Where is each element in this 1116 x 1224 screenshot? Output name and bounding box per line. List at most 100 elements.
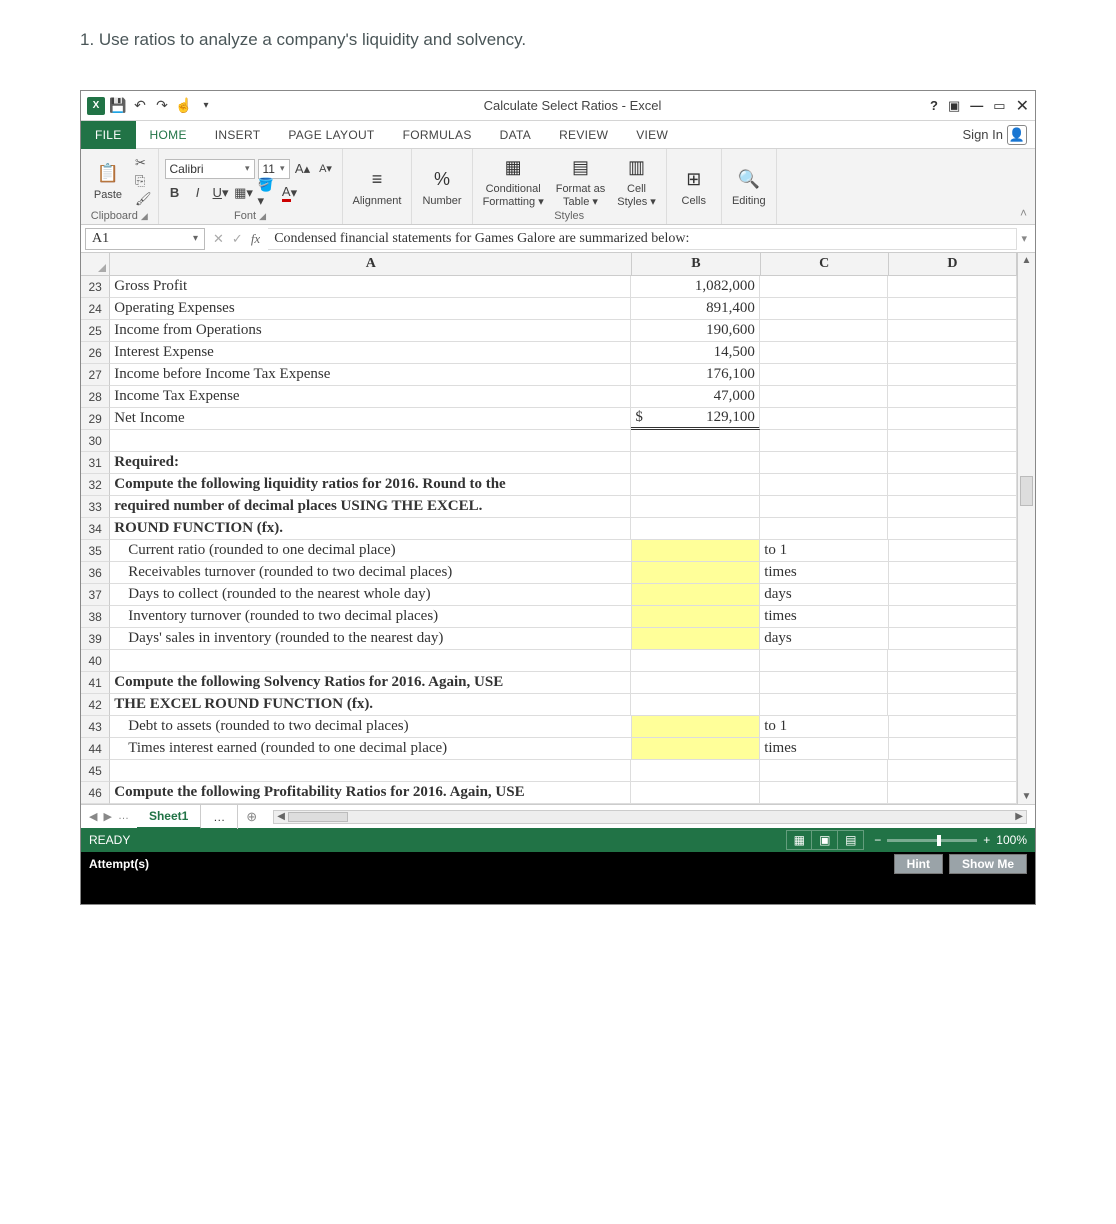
row-header[interactable]: 41 — [81, 672, 110, 694]
prev-sheet-icon[interactable]: ◀ — [89, 810, 97, 823]
tab-page-layout[interactable]: PAGE LAYOUT — [274, 121, 388, 149]
cell[interactable] — [760, 452, 889, 474]
row-header[interactable]: 31 — [81, 452, 110, 474]
row-header[interactable]: 37 — [81, 584, 110, 606]
zoom-slider[interactable] — [887, 839, 977, 842]
cell[interactable] — [888, 342, 1017, 364]
cell[interactable] — [760, 276, 889, 298]
cell[interactable] — [632, 540, 760, 562]
next-sheet-icon[interactable]: ▶ — [103, 810, 111, 823]
cut-icon[interactable]: ✂ — [135, 155, 152, 171]
cell[interactable] — [631, 760, 760, 782]
row-header[interactable]: 25 — [81, 320, 110, 342]
cell[interactable]: 14,500 — [631, 342, 760, 364]
cell[interactable]: Compute the following Solvency Ratios fo… — [110, 672, 631, 694]
cell[interactable] — [888, 276, 1017, 298]
cell[interactable] — [631, 518, 760, 540]
cell[interactable] — [631, 672, 760, 694]
vertical-scrollbar[interactable]: ▲ ▼ — [1017, 253, 1035, 804]
cell[interactable] — [888, 694, 1017, 716]
col-header-a[interactable]: A — [110, 253, 632, 275]
cell[interactable]: Required: — [110, 452, 631, 474]
add-sheet-icon[interactable]: ⊕ — [238, 809, 265, 825]
cell[interactable] — [110, 760, 631, 782]
cell[interactable]: Gross Profit — [110, 276, 631, 298]
paste-button[interactable]: 📋 Paste — [87, 157, 129, 203]
cell[interactable]: 190,600 — [631, 320, 760, 342]
cell[interactable] — [760, 760, 889, 782]
sign-in-button[interactable]: Sign In 👤 — [963, 125, 1035, 145]
enter-formula-icon[interactable]: ✓ — [232, 231, 243, 247]
cell-styles-button[interactable]: ▥CellStyles ▾ — [613, 151, 660, 209]
name-box[interactable]: A1▾ — [85, 228, 205, 250]
cell[interactable] — [760, 650, 889, 672]
font-name-combo[interactable]: Calibri▾ — [165, 159, 255, 179]
row-header[interactable]: 32 — [81, 474, 110, 496]
redo-icon[interactable]: ↷ — [153, 97, 171, 115]
cell[interactable] — [110, 650, 631, 672]
cell[interactable] — [888, 518, 1017, 540]
cell[interactable] — [631, 650, 760, 672]
fx-icon[interactable]: fx — [251, 231, 260, 247]
cell[interactable]: Times interest earned (rounded to one de… — [110, 738, 632, 760]
row-header[interactable]: 28 — [81, 386, 110, 408]
row-header[interactable]: 27 — [81, 364, 110, 386]
cell[interactable] — [888, 430, 1017, 452]
ribbon-options-icon[interactable]: ▣ — [948, 98, 960, 114]
row-header[interactable]: 30 — [81, 430, 110, 452]
cell[interactable] — [888, 650, 1017, 672]
cell[interactable] — [631, 694, 760, 716]
underline-button[interactable]: U▾ — [211, 183, 231, 203]
conditional-formatting-button[interactable]: ▦ConditionalFormatting ▾ — [479, 151, 548, 209]
select-all-cell[interactable] — [81, 253, 110, 275]
row-header[interactable]: 29 — [81, 408, 110, 430]
row-header[interactable]: 43 — [81, 716, 110, 738]
cell[interactable] — [889, 584, 1017, 606]
cell[interactable]: to 1 — [760, 540, 888, 562]
cell[interactable]: Current ratio (rounded to one decimal pl… — [110, 540, 632, 562]
tab-file[interactable]: FILE — [81, 121, 136, 149]
cell[interactable] — [760, 386, 889, 408]
cell[interactable]: Income Tax Expense — [110, 386, 631, 408]
dialog-launcher-icon[interactable]: ◢ — [141, 211, 148, 222]
alignment-button[interactable]: ≡Alignment — [349, 163, 406, 209]
font-size-combo[interactable]: 11▾ — [258, 159, 290, 179]
sheet-tab-sheet1[interactable]: Sheet1 — [137, 805, 201, 829]
cell[interactable] — [760, 496, 889, 518]
cell[interactable]: Receivables turnover (rounded to two dec… — [110, 562, 632, 584]
cell[interactable] — [888, 760, 1017, 782]
dialog-launcher-icon[interactable]: ◢ — [259, 211, 266, 222]
cell[interactable]: 176,100 — [631, 364, 760, 386]
hscroll-thumb[interactable] — [288, 812, 348, 822]
spreadsheet-grid[interactable]: A B C D 23Gross Profit1,082,00024Operati… — [81, 253, 1017, 804]
row-header[interactable]: 24 — [81, 298, 110, 320]
scroll-thumb[interactable] — [1020, 476, 1033, 506]
cell[interactable]: days — [760, 584, 888, 606]
cell[interactable] — [631, 452, 760, 474]
cell[interactable] — [889, 738, 1017, 760]
scroll-down-icon[interactable]: ▼ — [1022, 789, 1032, 804]
cell[interactable]: Days to collect (rounded to the nearest … — [110, 584, 632, 606]
editing-button[interactable]: 🔍Editing — [728, 163, 770, 209]
row-header[interactable]: 42 — [81, 694, 110, 716]
fill-color-button[interactable]: 🪣▾ — [257, 183, 277, 203]
cell[interactable] — [760, 364, 889, 386]
cell[interactable] — [110, 430, 631, 452]
tab-insert[interactable]: INSERT — [201, 121, 275, 149]
cell[interactable] — [632, 606, 760, 628]
cell[interactable]: 1,082,000 — [631, 276, 760, 298]
cell[interactable]: to 1 — [760, 716, 888, 738]
row-header[interactable]: 35 — [81, 540, 110, 562]
cell[interactable]: Interest Expense — [110, 342, 631, 364]
col-header-c[interactable]: C — [761, 253, 889, 275]
cell[interactable]: Days' sales in inventory (rounded to the… — [110, 628, 632, 650]
cell[interactable] — [632, 562, 760, 584]
cell[interactable]: $129,100 — [631, 408, 760, 430]
cell[interactable] — [760, 672, 889, 694]
zoom-level[interactable]: 100% — [996, 833, 1027, 847]
cell[interactable] — [888, 298, 1017, 320]
row-header[interactable]: 36 — [81, 562, 110, 584]
row-header[interactable]: 33 — [81, 496, 110, 518]
format-as-table-button[interactable]: ▤Format asTable ▾ — [552, 151, 610, 209]
tab-data[interactable]: DATA — [486, 121, 545, 149]
